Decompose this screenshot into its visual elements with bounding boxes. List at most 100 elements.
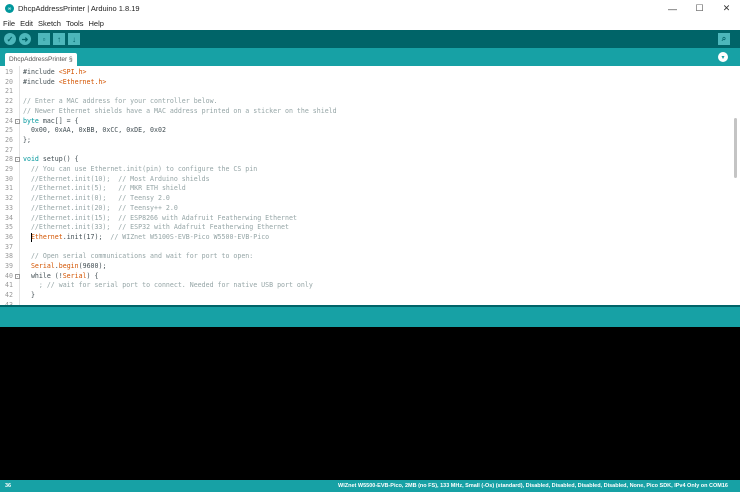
tab-bar: DhcpAddressPrinter § ▾ [0,48,740,66]
line-number: 21 [5,87,13,97]
code-token: #include [23,78,59,86]
code-token: begin [59,262,79,270]
code-token: byte [23,117,39,125]
upload-button[interactable]: ➜ [19,33,31,45]
serial-monitor-button[interactable]: ⌕ [718,33,730,45]
line-number: 36 [5,233,13,243]
vertical-scrollbar[interactable] [734,118,737,178]
code-line[interactable]: 34 //Ethernet.init(15); // ESP8266 with … [0,214,730,224]
code-line[interactable]: 29 // You can use Ethernet.init(pin) to … [0,165,730,175]
open-button[interactable]: ↑ [53,33,65,45]
code-line[interactable]: 25 0x00, 0xAA, 0xBB, 0xCC, 0xDE, 0x02 [0,126,730,136]
arduino-logo-icon: ∞ [5,4,14,13]
code-line[interactable]: 40- while (!Serial) { [0,272,730,282]
line-number: 42 [5,291,13,301]
minimize-button[interactable]: — [659,0,686,17]
code-token: // WIZnet W5100S-EVB-Pico W5500-EVB-Pico [110,233,269,241]
line-number: 20 [5,78,13,88]
code-line[interactable]: 19 #include <SPI.h> [0,68,730,78]
line-number: 40 [5,272,13,282]
code-token: //Ethernet.init(20); // Teensy++ 2.0 [23,204,178,212]
code-token: // You can use Ethernet.init(pin) to con… [23,165,257,173]
line-number: 32 [5,194,13,204]
fold-toggle-icon[interactable]: - [15,274,20,279]
tab-menu-button[interactable]: ▾ [718,52,728,62]
line-number: 39 [5,262,13,272]
code-line[interactable]: 22// Enter a MAC address for your contro… [0,97,730,107]
editor-console-divider[interactable] [0,305,740,327]
line-number: 31 [5,184,13,194]
code-line[interactable]: 26}; [0,136,730,146]
code-line[interactable]: 42 } [0,291,730,301]
code-token: while (! [23,272,63,280]
code-text: ; // wait for serial port to connect. Ne… [23,281,313,291]
code-line[interactable]: 28-void setup() { [0,155,730,165]
title-bar: ∞ DhcpAddressPrinter | Arduino 1.8.19 — … [0,0,740,17]
code-text: //Ethernet.init(5); // MKR ETH shield [23,184,186,194]
code-token: (9600); [79,262,107,270]
code-line[interactable]: 31 //Ethernet.init(5); // MKR ETH shield [0,184,730,194]
text-cursor [31,233,32,242]
code-line[interactable]: 39 Serial.begin(9600); [0,262,730,272]
line-number: 30 [5,175,13,185]
code-text: //Ethernet.init(33); // ESP32 with Adafr… [23,223,289,233]
verify-button[interactable]: ✓ [4,33,16,45]
code-text: // You can use Ethernet.init(pin) to con… [23,165,257,175]
code-text: Serial.begin(9600); [23,262,106,272]
line-number: 35 [5,223,13,233]
status-bar: 36 WIZnet W5500-EVB-Pico, 2MB (no FS), 1… [0,480,740,492]
line-number: 19 [5,68,13,78]
code-token: Ethernet [31,233,63,241]
code-text: void setup() { [23,155,79,165]
line-number: 28 [5,155,13,165]
menu-help[interactable]: Help [88,19,103,28]
toolbar: ✓ ➜ ▫ ↑ ↓ ⌕ [0,30,740,48]
code-line[interactable]: 36 Ethernet.init(17); // WIZnet W5100S-E… [0,233,730,243]
save-button[interactable]: ↓ [68,33,80,45]
code-token: #include [23,68,59,76]
code-text: }; [23,136,31,146]
code-line[interactable]: 35 //Ethernet.init(33); // ESP32 with Ad… [0,223,730,233]
code-token: // Newer Ethernet shields have a MAC add… [23,107,337,115]
code-line[interactable]: 24-byte mac[] = { [0,117,730,127]
code-token: //Ethernet.init(15); // ESP8266 with Ada… [23,214,297,222]
code-text: #include <Ethernet.h> [23,78,106,88]
code-line[interactable]: 33 //Ethernet.init(20); // Teensy++ 2.0 [0,204,730,214]
code-line[interactable]: 21 [0,87,730,97]
code-token: } [23,291,35,299]
code-editor[interactable]: 19 #include <SPI.h> 20 #include <Ethernet.h… [0,66,740,305]
code-token: 0x00, 0xAA, 0xBB, 0xCC, 0xDE, 0x02 [23,126,166,134]
code-line[interactable]: 27 [0,146,730,156]
maximize-button[interactable]: ☐ [686,0,713,17]
code-token: void [23,155,39,163]
code-token: <SPI.h> [59,68,87,76]
code-token: <Ethernet.h> [59,78,107,86]
line-number: 33 [5,204,13,214]
code-text: byte mac[] = { [23,117,79,127]
menu-tools[interactable]: Tools [66,19,84,28]
menu-bar: File Edit Sketch Tools Help [0,17,740,30]
menu-file[interactable]: File [3,19,15,28]
code-token: Serial [63,272,87,280]
code-line[interactable]: 32 //Ethernet.init(0); // Teensy 2.0 [0,194,730,204]
line-number: 38 [5,252,13,262]
line-number: 41 [5,281,13,291]
code-text: } [23,291,35,301]
code-text: Ethernet.init(17); // WIZnet W5100S-EVB-… [23,233,269,243]
code-line[interactable]: 37 [0,243,730,253]
code-token [23,262,31,270]
close-button[interactable]: ✕ [713,0,740,17]
tab-sketch[interactable]: DhcpAddressPrinter § [5,53,77,66]
fold-toggle-icon[interactable]: - [15,119,20,124]
menu-edit[interactable]: Edit [20,19,33,28]
code-line[interactable]: 41 ; // wait for serial port to connect.… [0,281,730,291]
code-line[interactable]: 38 // Open serial communications and wai… [0,252,730,262]
code-line[interactable]: 30 //Ethernet.init(10); // Most Arduino … [0,175,730,185]
code-line[interactable]: 23// Newer Ethernet shields have a MAC a… [0,107,730,117]
code-line[interactable]: 20 #include <Ethernet.h> [0,78,730,88]
line-number: 26 [5,136,13,146]
fold-toggle-icon[interactable]: - [15,157,20,162]
menu-sketch[interactable]: Sketch [38,19,61,28]
new-sketch-button[interactable]: ▫ [38,33,50,45]
code-token: Serial [31,262,55,270]
